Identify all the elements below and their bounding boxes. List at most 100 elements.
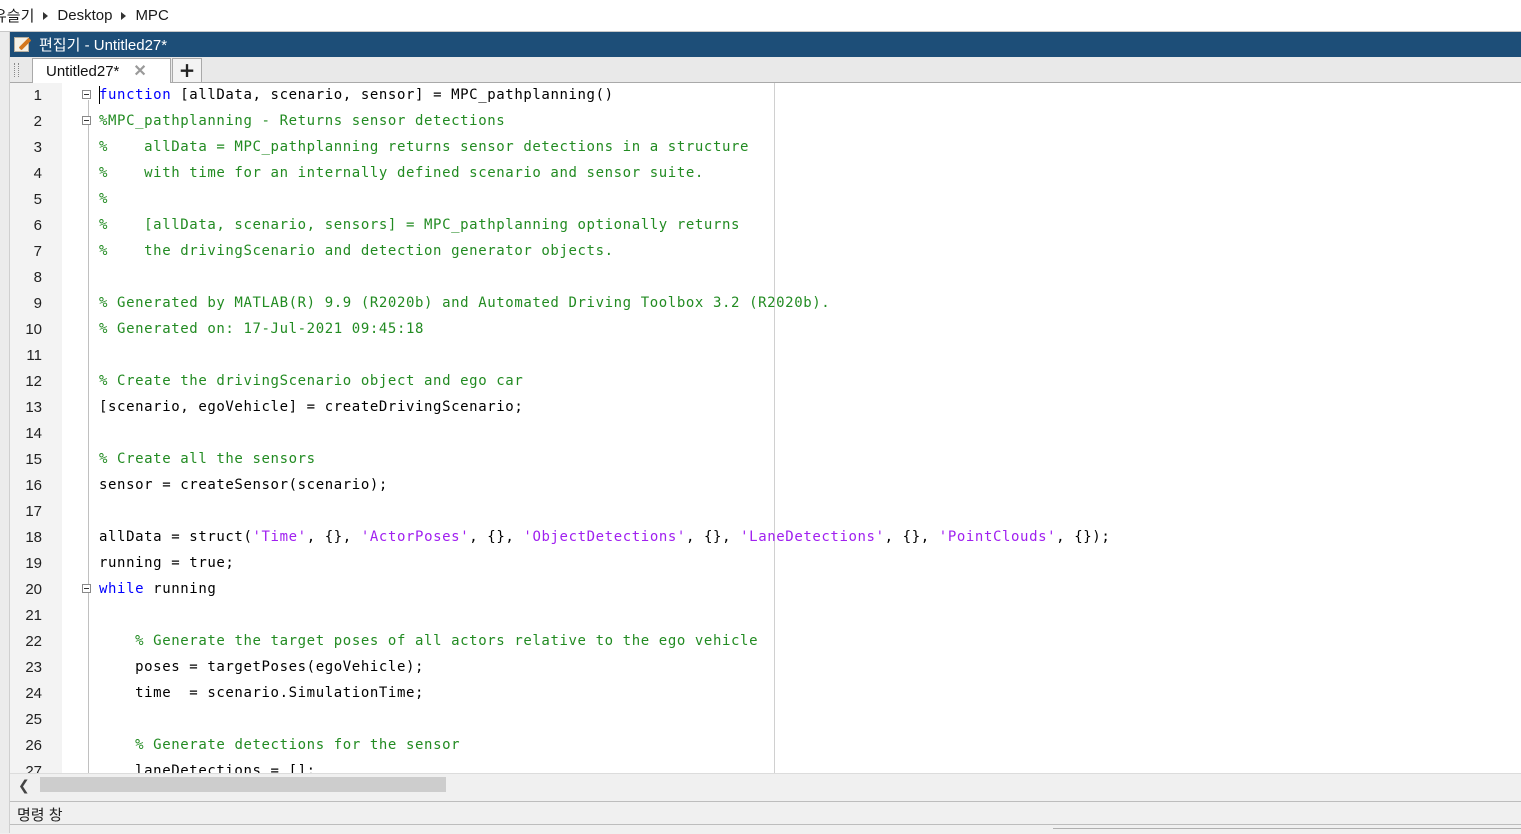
line-number[interactable]: 4 — [10, 165, 42, 182]
code-text[interactable]: function [allData, scenario, sensor] = M… — [99, 87, 614, 103]
line-number[interactable]: 12 — [10, 373, 42, 390]
line-number[interactable]: 22 — [10, 633, 42, 650]
code-line[interactable]: 18 allData = struct('Time', {}, 'ActorPos… — [10, 525, 1521, 551]
code-text[interactable]: time = scenario.SimulationTime; — [99, 685, 424, 701]
code-line[interactable]: 5% — [10, 187, 1521, 213]
code-text[interactable]: %MPC_pathplanning - Returns sensor detec… — [99, 113, 505, 129]
line-number[interactable]: 13 — [10, 399, 42, 416]
code-text[interactable]: % Generate detections for the sensor — [99, 737, 460, 753]
code-line[interactable]: 23 poses = targetPoses(egoVehicle); — [10, 655, 1521, 681]
code-line[interactable]: 24 time = scenario.SimulationTime; — [10, 681, 1521, 707]
add-tab-button[interactable]: + — [172, 58, 202, 82]
code-line[interactable]: 7 % the drivingScenario and detection gen… — [10, 239, 1521, 265]
code-line[interactable]: 11 — [10, 343, 1521, 369]
line-number[interactable]: 21 — [10, 607, 42, 624]
code-string: 'ActorPoses' — [360, 529, 470, 545]
line-number[interactable]: 9 — [10, 295, 42, 312]
command-window-bar[interactable]: 명령 창 — [10, 801, 1521, 825]
code-line[interactable]: 20 while running — [10, 577, 1521, 603]
line-number[interactable]: 23 — [10, 659, 42, 676]
code-text[interactable]: % Create all the sensors — [99, 451, 316, 467]
code-text[interactable]: % Generate the target poses of all actor… — [99, 633, 758, 649]
breadcrumb-item-mpc[interactable]: MPC — [135, 7, 168, 24]
code-line[interactable]: 3 % allData = MPC_pathplanning returns se… — [10, 135, 1521, 161]
line-number[interactable]: 10 — [10, 321, 42, 338]
code-text[interactable]: % — [99, 191, 108, 207]
line-number[interactable]: 6 — [10, 217, 42, 234]
tab-bar-grip-icon[interactable] — [14, 63, 19, 77]
code-line[interactable]: 8 — [10, 265, 1521, 291]
collapse-fold-icon[interactable] — [82, 584, 91, 593]
code-comment: % Generate detections for the sensor — [135, 737, 461, 753]
line-number[interactable]: 19 — [10, 555, 42, 572]
line-number[interactable]: 5 — [10, 191, 42, 208]
tab-untitled27[interactable]: Untitled27* ✕ — [32, 58, 171, 83]
horizontal-scrollbar[interactable]: ❮ — [10, 773, 1521, 795]
code-line[interactable]: 9 % Generated by MATLAB(R) 9.9 (R2020b) a… — [10, 291, 1521, 317]
breadcrumb-item-user[interactable]: 유슬기 — [0, 5, 34, 26]
code-text[interactable]: % allData = MPC_pathplanning returns sen… — [99, 139, 749, 155]
code-comment: % — [99, 191, 109, 207]
code-text[interactable]: allData = struct('Time', {}, 'ActorPoses… — [99, 529, 1110, 545]
code-line[interactable]: 16 sensor = createSensor(scenario); — [10, 473, 1521, 499]
collapse-fold-icon[interactable] — [82, 90, 91, 99]
code-line[interactable]: 4 % with time for an internally defined s… — [10, 161, 1521, 187]
code-text[interactable]: laneDetections = []; — [99, 763, 316, 773]
code-text[interactable]: poses = targetPoses(egoVehicle); — [99, 659, 424, 675]
breadcrumb-separator-icon[interactable] — [43, 11, 49, 20]
code-line[interactable]: 13 [scenario, egoVehicle] = createDriving… — [10, 395, 1521, 421]
code-text[interactable]: % Generated by MATLAB(R) 9.9 (R2020b) an… — [99, 295, 830, 311]
line-number[interactable]: 17 — [10, 503, 42, 520]
editor-titlebar[interactable]: 편집기 - Untitled27* — [10, 32, 1521, 57]
line-number[interactable]: 26 — [10, 737, 42, 754]
code-line[interactable]: 17 — [10, 499, 1521, 525]
code-text[interactable]: % [allData, scenario, sensors] = MPC_pat… — [99, 217, 740, 233]
line-number[interactable]: 14 — [10, 425, 42, 442]
line-number[interactable]: 1 — [10, 87, 42, 104]
breadcrumb-item-desktop[interactable]: Desktop — [57, 7, 112, 24]
code-line[interactable]: 2 %MPC_pathplanning - Returns sensor dete… — [10, 109, 1521, 135]
code-text[interactable]: % Generated on: 17-Jul-2021 09:45:18 — [99, 321, 424, 337]
code-line[interactable]: 14 — [10, 421, 1521, 447]
line-number[interactable]: 8 — [10, 269, 42, 286]
scroll-left-icon[interactable]: ❮ — [18, 778, 30, 794]
code-text[interactable]: sensor = createSensor(scenario); — [99, 477, 388, 493]
code-line[interactable]: 19 running = true; — [10, 551, 1521, 577]
code-text[interactable]: running = true; — [99, 555, 234, 571]
line-number[interactable]: 25 — [10, 711, 42, 728]
line-number[interactable]: 16 — [10, 477, 42, 494]
breadcrumb-separator-icon[interactable] — [121, 11, 127, 20]
code-token: [allData, scenario, sensor] = MPC_pathpl… — [171, 87, 614, 103]
code-text[interactable]: % with time for an internally defined sc… — [99, 165, 704, 181]
line-number[interactable]: 24 — [10, 685, 42, 702]
code-comment: % Create the drivingScenario object and … — [99, 373, 524, 389]
line-number[interactable]: 15 — [10, 451, 42, 468]
line-number[interactable]: 7 — [10, 243, 42, 260]
code-line[interactable]: 26 % Generate detections for the sensor — [10, 733, 1521, 759]
code-line[interactable]: 1 function [allData, scenario, sensor] = … — [10, 83, 1521, 109]
code-line[interactable]: 21 — [10, 603, 1521, 629]
line-number[interactable]: 2 — [10, 113, 42, 130]
close-icon[interactable]: ✕ — [133, 61, 146, 81]
code-line[interactable]: 27 laneDetections = []; — [10, 759, 1521, 773]
code-text[interactable]: [scenario, egoVehicle] = createDrivingSc… — [99, 399, 523, 415]
code-text[interactable]: % Create the drivingScenario object and … — [99, 373, 523, 389]
code-line[interactable]: 25 — [10, 707, 1521, 733]
line-number[interactable]: 20 — [10, 581, 42, 598]
code-editor[interactable]: 1 function [allData, scenario, sensor] = … — [10, 83, 1521, 773]
code-line[interactable]: 22 % Generate the target poses of all ac… — [10, 629, 1521, 655]
code-line[interactable]: 15 % Create all the sensors — [10, 447, 1521, 473]
scrollbar-thumb[interactable] — [40, 777, 446, 792]
code-text[interactable]: % the drivingScenario and detection gene… — [99, 243, 614, 259]
collapse-fold-icon[interactable] — [82, 116, 91, 125]
code-line[interactable]: 12 % Create the drivingScenario object an… — [10, 369, 1521, 395]
code-line[interactable]: 6 % [allData, scenario, sensors] = MPC_pa… — [10, 213, 1521, 239]
line-number[interactable]: 18 — [10, 529, 42, 546]
code-line[interactable]: 10 % Generated on: 17-Jul-2021 09:45:18 — [10, 317, 1521, 343]
line-number[interactable]: 11 — [10, 347, 42, 364]
line-number[interactable]: 3 — [10, 139, 42, 156]
code-token: poses = targetPoses(egoVehicle); — [99, 659, 425, 675]
code-text[interactable]: while running — [99, 581, 216, 597]
line-number[interactable]: 27 — [10, 763, 42, 773]
command-window-title: 명령 창 — [17, 807, 63, 824]
